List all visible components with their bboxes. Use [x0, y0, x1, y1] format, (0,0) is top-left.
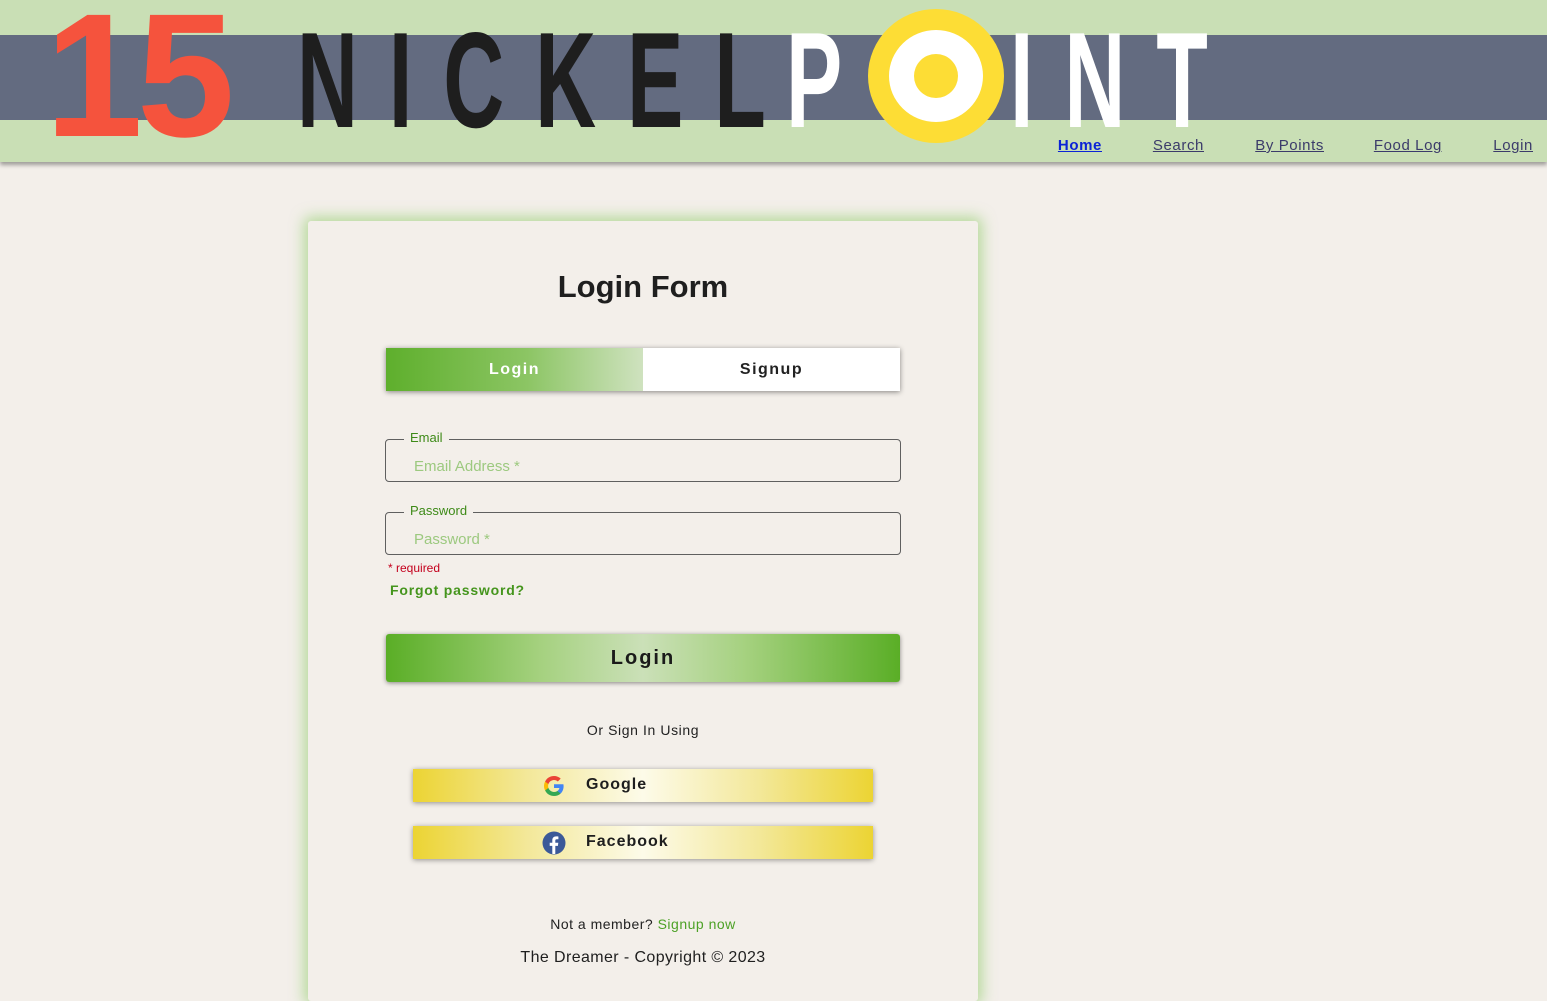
or-sign-in-text: Or Sign In Using — [586, 722, 700, 738]
facebook-signin-button[interactable]: Facebook — [413, 826, 873, 859]
signup-now-link[interactable]: Signup now — [658, 916, 736, 932]
password-input[interactable] — [414, 526, 884, 552]
login-submit-button[interactable]: Login — [386, 634, 900, 682]
google-signin-button[interactable]: Google — [413, 769, 873, 802]
tab-signup[interactable]: Signup — [643, 348, 900, 391]
login-card: Login Form Login Signup Email Password *… — [308, 221, 978, 1001]
password-label: Password — [404, 503, 474, 518]
email-input[interactable] — [414, 453, 884, 479]
nav-login[interactable]: Login — [1493, 137, 1533, 154]
site-header: 15 NICKEL P INT Home Search By Points Fo… — [0, 0, 1547, 162]
email-label: Email — [404, 430, 449, 445]
google-label: Google — [586, 776, 648, 793]
nav-by-points[interactable]: By Points — [1255, 137, 1324, 154]
forgot-password-link[interactable]: Forgot password? — [390, 582, 525, 598]
google-icon — [544, 776, 564, 796]
form-title: Login Form — [557, 269, 729, 304]
member-line: Not a member? Signup now — [308, 916, 978, 932]
required-note: * required — [388, 561, 441, 575]
password-field-box: Password — [385, 503, 901, 555]
logo-letter-p: P — [786, 4, 843, 156]
nav-food-log[interactable]: Food Log — [1374, 137, 1442, 154]
logo-word-nickel: NICKEL — [297, 4, 797, 156]
copyright-text: The Dreamer - Copyright © 2023 — [520, 949, 766, 966]
tab-login[interactable]: Login — [386, 348, 643, 391]
logo-number: 15 — [45, 0, 235, 162]
email-field-box: Email — [385, 430, 901, 482]
logo-target-o-icon — [868, 9, 1004, 143]
facebook-icon — [542, 831, 566, 855]
nav-home[interactable]: Home — [1058, 137, 1102, 154]
logo-target-dot — [914, 54, 958, 98]
not-member-text: Not a member? — [550, 916, 654, 932]
auth-mode-toggle: Login Signup — [386, 348, 900, 391]
facebook-label: Facebook — [586, 833, 669, 850]
nav-search[interactable]: Search — [1153, 137, 1204, 154]
logo-word-int: INT — [1010, 4, 1239, 156]
